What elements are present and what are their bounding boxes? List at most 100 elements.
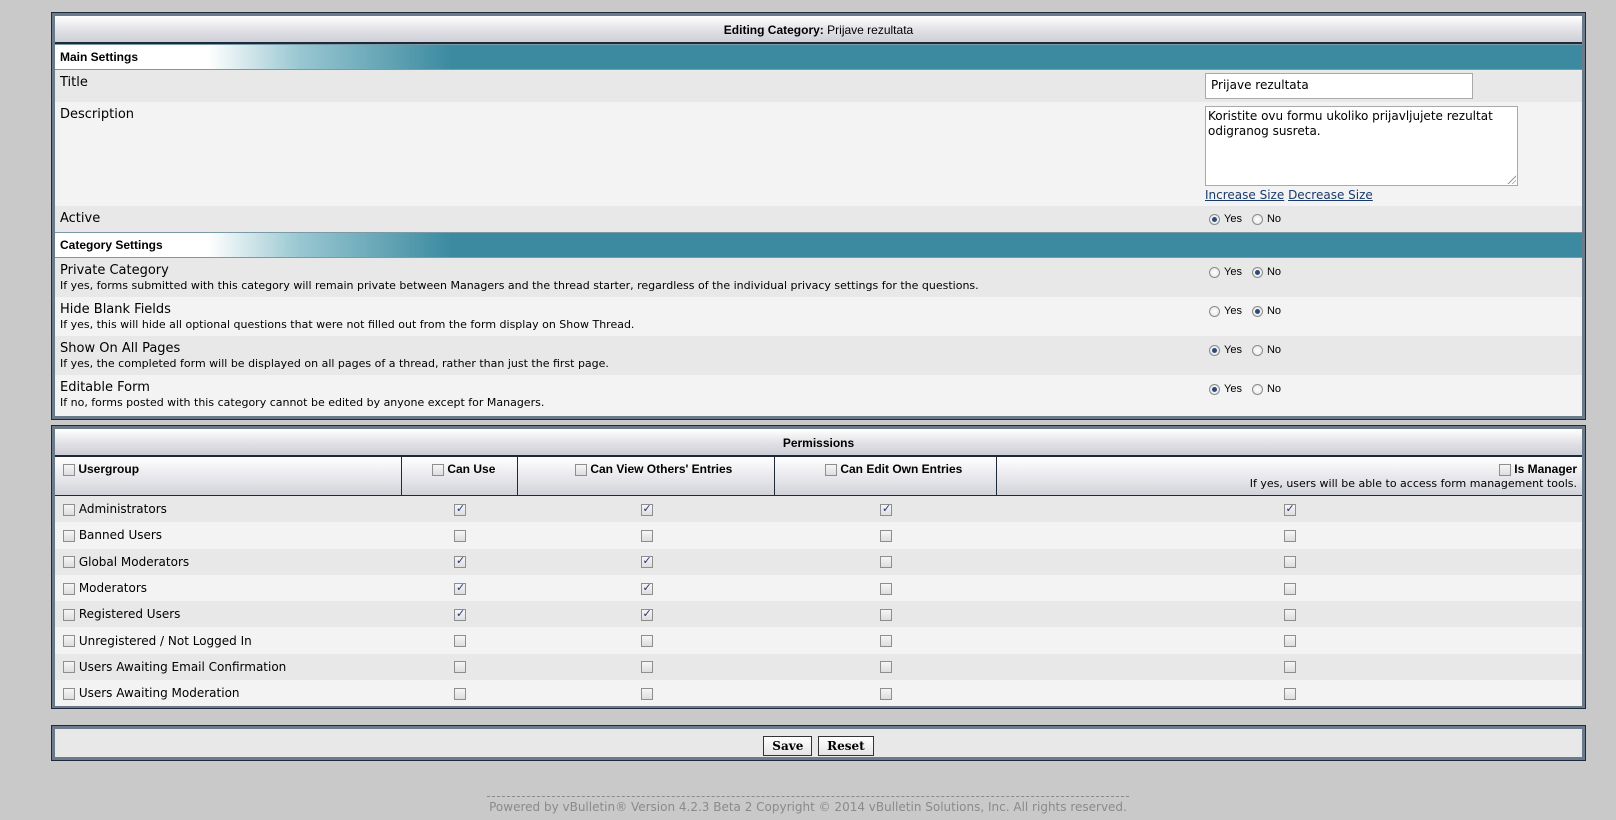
is-manager-checkbox[interactable] — [1283, 608, 1296, 621]
setting-yes-radio[interactable] — [1209, 266, 1220, 278]
setting-no-radio[interactable] — [1251, 305, 1263, 317]
usergroup-name: Banned Users — [78, 528, 163, 543]
setting-yes-radio[interactable] — [1209, 383, 1220, 395]
col-usergroup: Usergroup — [55, 457, 402, 495]
decrease-size-link[interactable]: Decrease Size — [1288, 188, 1373, 202]
can-use-checkbox[interactable] — [454, 502, 466, 516]
active-no-label: No — [1266, 213, 1282, 225]
active-radio-group: Yes No — [1205, 213, 1281, 225]
usergroup-row-checkbox[interactable] — [63, 635, 75, 648]
can-use-checkbox[interactable] — [454, 661, 466, 674]
button-bar: Save Reset — [51, 725, 1586, 761]
setting-yes-label: Yes — [1224, 266, 1242, 278]
is-manager-checkbox[interactable] — [1283, 556, 1296, 569]
permission-row: Registered Users — [55, 601, 1582, 628]
title-input[interactable]: Prijave rezultata — [1205, 73, 1473, 99]
col-can-edit: Can Edit Own Entries — [775, 457, 997, 495]
editing-header-value: Prijave rezultata — [827, 23, 914, 37]
can-view-checkbox[interactable] — [640, 554, 653, 569]
can-edit-checkbox[interactable] — [880, 635, 892, 648]
can-edit-checkbox[interactable] — [880, 582, 892, 595]
usergroup-name: Unregistered / Not Logged In — [78, 633, 252, 648]
setting-no-radio[interactable] — [1251, 344, 1263, 356]
can-edit-checkbox[interactable] — [880, 661, 892, 674]
active-label: Active — [60, 211, 101, 226]
can-use-checkbox[interactable] — [454, 607, 466, 621]
usergroup-row-checkbox[interactable] — [63, 661, 75, 674]
active-yes-radio[interactable] — [1209, 213, 1220, 225]
is-manager-checkbox[interactable] — [1283, 661, 1296, 674]
can-view-checkbox[interactable] — [640, 529, 653, 542]
can-use-checkbox[interactable] — [454, 635, 466, 648]
can-use-checkbox[interactable] — [454, 687, 466, 700]
setting-no-label: No — [1266, 305, 1282, 317]
setting-description: If no, forms posted with this category c… — [60, 396, 545, 409]
usergroup-row-checkbox[interactable] — [63, 608, 75, 621]
select-all-is-manager-checkbox[interactable] — [1498, 463, 1511, 476]
setting-no-radio[interactable] — [1251, 266, 1263, 278]
is-manager-checkbox[interactable] — [1283, 687, 1296, 700]
is-manager-checkbox[interactable] — [1283, 502, 1296, 516]
select-all-can-edit-checkbox[interactable] — [825, 463, 837, 476]
setting-radio-group: Yes No — [1205, 344, 1281, 356]
reset-button[interactable]: Reset — [818, 736, 874, 756]
col-can-use-label: Can Use — [447, 462, 496, 476]
description-textarea[interactable]: Koristite ovu formu ukoliko prijavljujet… — [1205, 106, 1518, 186]
usergroup-row-checkbox[interactable] — [63, 556, 75, 569]
category-setting-row: Editable Form If no, forms posted with th… — [55, 375, 1582, 414]
setting-no-label: No — [1266, 344, 1282, 356]
usergroup-row-checkbox[interactable] — [63, 687, 75, 700]
setting-yes-label: Yes — [1224, 383, 1242, 395]
col-can-view-label: Can View Others' Entries — [590, 462, 733, 476]
usergroup-row-checkbox[interactable] — [63, 582, 75, 595]
permission-row: Users Awaiting Email Confirmation — [55, 653, 1582, 681]
can-use-checkbox[interactable] — [454, 529, 466, 542]
permissions-table: Permissions Usergroup Can Use Can View O… — [51, 425, 1586, 709]
can-view-checkbox[interactable] — [640, 687, 653, 700]
is-manager-checkbox[interactable] — [1283, 529, 1296, 542]
editing-category-header: Editing Category: Prijave rezultata — [55, 16, 1582, 44]
active-no-radio[interactable] — [1251, 213, 1263, 225]
permissions-rows: Administrators Banned Users Global Moder… — [55, 496, 1582, 707]
active-yes-label: Yes — [1224, 213, 1242, 225]
can-view-checkbox[interactable] — [640, 581, 653, 595]
resize-grip-icon[interactable] — [1506, 174, 1516, 184]
can-use-checkbox[interactable] — [454, 581, 466, 595]
select-all-can-view-checkbox[interactable] — [575, 463, 587, 476]
setting-no-radio[interactable] — [1251, 383, 1263, 395]
usergroup-name: Users Awaiting Moderation — [78, 686, 240, 701]
can-view-checkbox[interactable] — [640, 607, 653, 621]
is-manager-checkbox[interactable] — [1283, 635, 1296, 648]
setting-yes-radio[interactable] — [1209, 305, 1220, 317]
can-edit-checkbox[interactable] — [880, 687, 892, 700]
usergroup-row-checkbox[interactable] — [63, 529, 75, 542]
select-all-can-use-checkbox[interactable] — [432, 463, 444, 476]
setting-no-label: No — [1266, 383, 1282, 395]
save-button[interactable]: Save — [763, 736, 813, 756]
permissions-heading: Permissions — [55, 429, 1582, 457]
permission-row: Moderators — [55, 574, 1582, 602]
category-settings-rows: Private Category If yes, forms submitted … — [55, 258, 1582, 414]
permission-row: Unregistered / Not Logged In — [55, 627, 1582, 654]
setting-yes-radio[interactable] — [1209, 344, 1220, 356]
can-edit-checkbox[interactable] — [880, 529, 892, 542]
can-view-checkbox[interactable] — [640, 635, 653, 648]
col-can-view: Can View Others' Entries — [518, 457, 775, 495]
col-can-use: Can Use — [402, 457, 518, 495]
can-edit-checkbox[interactable] — [880, 608, 892, 621]
can-use-checkbox[interactable] — [454, 554, 466, 569]
can-edit-checkbox[interactable] — [880, 556, 892, 569]
usergroup-row-checkbox[interactable] — [63, 503, 75, 516]
category-setting-row: Hide Blank Fields If yes, this will hide … — [55, 297, 1582, 336]
title-row: Title Prijave rezultata — [55, 70, 1582, 102]
setting-radio-group: Yes No — [1205, 266, 1281, 278]
can-view-checkbox[interactable] — [640, 502, 653, 516]
select-all-usergroup-checkbox[interactable] — [63, 463, 75, 476]
col-is-manager: Is Manager If yes, users will be able to… — [997, 457, 1582, 495]
can-edit-checkbox[interactable] — [880, 502, 892, 516]
is-manager-checkbox[interactable] — [1283, 582, 1296, 595]
setting-label: Editable Form — [60, 380, 150, 395]
col-can-edit-label: Can Edit Own Entries — [840, 462, 963, 476]
can-view-checkbox[interactable] — [640, 661, 653, 674]
increase-size-link[interactable]: Increase Size — [1205, 188, 1284, 202]
